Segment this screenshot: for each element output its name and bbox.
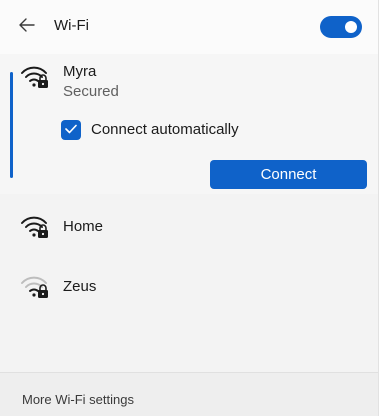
wifi-header: Wi-Fi	[0, 0, 378, 54]
wifi-secured-weak-icon	[20, 274, 50, 300]
connect-button[interactable]: Connect	[210, 160, 367, 189]
network-item-home[interactable]	[0, 198, 378, 256]
connect-automatically-label: Connect automatically	[91, 121, 239, 138]
toggle-knob	[345, 21, 357, 33]
wifi-toggle[interactable]	[320, 16, 362, 38]
wifi-secured-icon	[20, 214, 50, 240]
back-arrow-icon	[19, 17, 35, 37]
wifi-flyout-panel: Wi-Fi Myra Secured Connect automatically…	[0, 0, 379, 416]
more-wifi-settings-link[interactable]: More Wi-Fi settings	[22, 392, 134, 407]
connect-automatically-checkbox[interactable]	[61, 120, 81, 140]
network-item-zeus[interactable]	[0, 258, 378, 316]
selection-indicator	[10, 72, 13, 178]
flyout-footer: More Wi-Fi settings	[0, 373, 378, 416]
network-status: Secured	[63, 83, 119, 100]
wifi-secured-icon	[20, 64, 50, 90]
checkmark-icon	[65, 121, 77, 139]
network-name-zeus: Zeus	[63, 278, 97, 295]
page-title: Wi-Fi	[54, 17, 89, 34]
network-name-home: Home	[63, 218, 104, 235]
back-button[interactable]	[14, 14, 40, 40]
network-name-myra: Myra	[63, 63, 97, 80]
